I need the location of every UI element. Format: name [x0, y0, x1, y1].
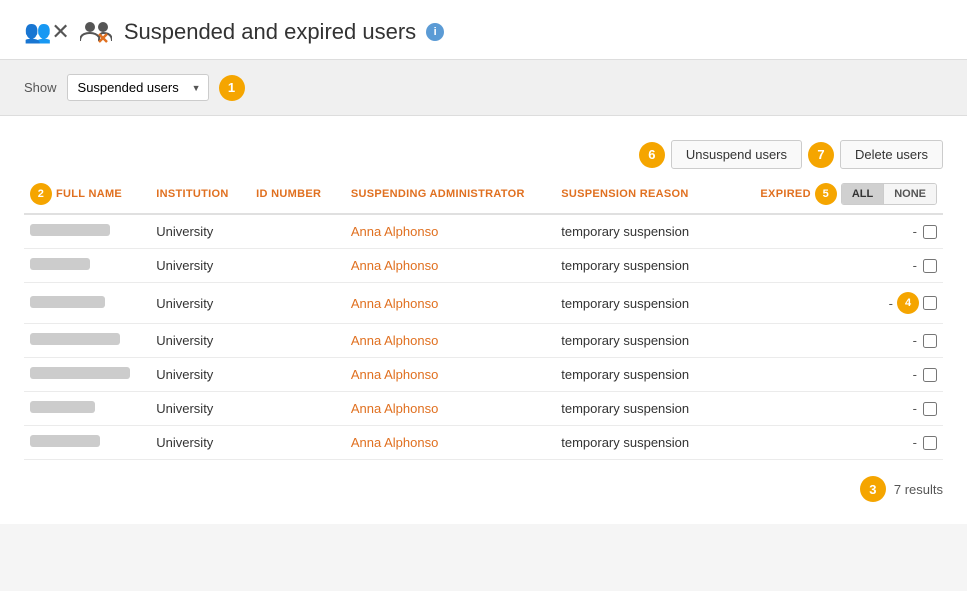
cell-institution: University	[150, 358, 250, 392]
admin-link[interactable]: Anna Alphonso	[351, 401, 438, 416]
all-none-toggle[interactable]: ALL NONE	[841, 183, 937, 205]
cell-admin: Anna Alphonso	[345, 392, 555, 426]
cell-idnumber	[250, 426, 345, 460]
cell-admin: Anna Alphonso	[345, 249, 555, 283]
table-row: University Anna Alphonso temporary suspens…	[24, 426, 943, 460]
table-row: University Anna Alphonso temporary suspens…	[24, 324, 943, 358]
col-header-idnumber: ID NUMBER	[250, 175, 345, 214]
results-count: 7 results	[894, 482, 943, 497]
cell-expired: -	[745, 324, 943, 358]
cell-expired: -	[745, 358, 943, 392]
cell-admin: Anna Alphonso	[345, 214, 555, 249]
show-filter-select[interactable]: Suspended users Expired users All	[67, 74, 209, 101]
page-header: 👥✕ Suspended and expired users i	[0, 0, 967, 60]
admin-link[interactable]: Anna Alphonso	[351, 435, 438, 450]
cell-institution: University	[150, 324, 250, 358]
cell-reason: temporary suspension	[555, 358, 744, 392]
cell-institution: University	[150, 426, 250, 460]
cell-institution: University	[150, 249, 250, 283]
cell-name	[24, 214, 150, 249]
cell-admin: Anna Alphonso	[345, 426, 555, 460]
main-content: 6 Unsuspend users 7 Delete users 2 FULL …	[0, 116, 967, 524]
cell-name	[24, 358, 150, 392]
admin-link[interactable]: Anna Alphonso	[351, 258, 438, 273]
row-checkbox[interactable]	[923, 436, 937, 450]
admin-link[interactable]: Anna Alphonso	[351, 333, 438, 348]
col-header-reason: SUSPENSION REASON	[555, 175, 744, 214]
cell-idnumber	[250, 324, 345, 358]
filter-bar: Show Suspended users Expired users All 1	[0, 60, 967, 116]
cell-expired: -	[745, 426, 943, 460]
row-checkbox[interactable]	[923, 334, 937, 348]
row-checkbox[interactable]	[923, 225, 937, 239]
cell-expired: -	[745, 214, 943, 249]
users-icon: 👥✕	[24, 19, 70, 45]
users-table: 2 FULL NAME INSTITUTION ID NUMBER SUSPEN…	[24, 175, 943, 460]
cell-name	[24, 249, 150, 283]
cell-name	[24, 283, 150, 324]
callout-badge-7: 7	[808, 142, 834, 168]
row-checkbox[interactable]	[923, 296, 937, 310]
cell-institution: University	[150, 392, 250, 426]
cell-name	[24, 324, 150, 358]
cell-expired: - 4	[745, 283, 943, 324]
admin-link[interactable]: Anna Alphonso	[351, 367, 438, 382]
cell-reason: temporary suspension	[555, 283, 744, 324]
callout-badge-3: 3	[860, 476, 886, 502]
cell-idnumber	[250, 283, 345, 324]
info-icon[interactable]: i	[426, 23, 444, 41]
toggle-none-button[interactable]: NONE	[883, 184, 936, 204]
admin-link[interactable]: Anna Alphonso	[351, 296, 438, 311]
table-row: University Anna Alphonso temporary suspens…	[24, 249, 943, 283]
unsuspend-users-button[interactable]: Unsuspend users	[671, 140, 802, 169]
cell-institution: University	[150, 283, 250, 324]
cell-name	[24, 426, 150, 460]
row-checkbox[interactable]	[923, 402, 937, 416]
callout-badge-1: 1	[219, 75, 245, 101]
cell-expired: -	[745, 392, 943, 426]
cell-reason: temporary suspension	[555, 426, 744, 460]
cell-admin: Anna Alphonso	[345, 283, 555, 324]
col-header-fullname: 2 FULL NAME	[24, 175, 150, 214]
toggle-all-button[interactable]: ALL	[842, 184, 883, 204]
cell-reason: temporary suspension	[555, 392, 744, 426]
col-header-institution: INSTITUTION	[150, 175, 250, 214]
cell-idnumber	[250, 214, 345, 249]
cell-admin: Anna Alphonso	[345, 358, 555, 392]
row-checkbox[interactable]	[923, 368, 937, 382]
cell-reason: temporary suspension	[555, 324, 744, 358]
cell-admin: Anna Alphonso	[345, 324, 555, 358]
callout-badge-4: 4	[897, 292, 919, 314]
cell-idnumber	[250, 358, 345, 392]
page-title: Suspended and expired users	[124, 19, 416, 45]
show-label: Show	[24, 80, 57, 95]
cell-idnumber	[250, 249, 345, 283]
delete-users-button[interactable]: Delete users	[840, 140, 943, 169]
show-filter-wrapper[interactable]: Suspended users Expired users All	[67, 74, 209, 101]
col-header-expired: EXPIRED 5 ALL NONE	[745, 175, 943, 214]
admin-link[interactable]: Anna Alphonso	[351, 224, 438, 239]
table-row: University Anna Alphonso temporary suspens…	[24, 392, 943, 426]
table-row: University Anna Alphonso temporary suspens…	[24, 358, 943, 392]
cell-expired: -	[745, 249, 943, 283]
cell-name	[24, 392, 150, 426]
row-checkbox[interactable]	[923, 259, 937, 273]
table-row: University Anna Alphonso temporary suspens…	[24, 214, 943, 249]
cell-institution: University	[150, 214, 250, 249]
header-icon-x	[80, 18, 112, 45]
cell-reason: temporary suspension	[555, 214, 744, 249]
cell-idnumber	[250, 392, 345, 426]
callout-badge-6: 6	[639, 142, 665, 168]
results-row: 3 7 results	[24, 460, 943, 508]
callout-badge-5: 5	[815, 183, 837, 205]
cell-reason: temporary suspension	[555, 249, 744, 283]
table-row: University Anna Alphonso temporary suspens…	[24, 283, 943, 324]
col-header-admin: SUSPENDING ADMINISTRATOR	[345, 175, 555, 214]
callout-badge-2: 2	[30, 183, 52, 205]
